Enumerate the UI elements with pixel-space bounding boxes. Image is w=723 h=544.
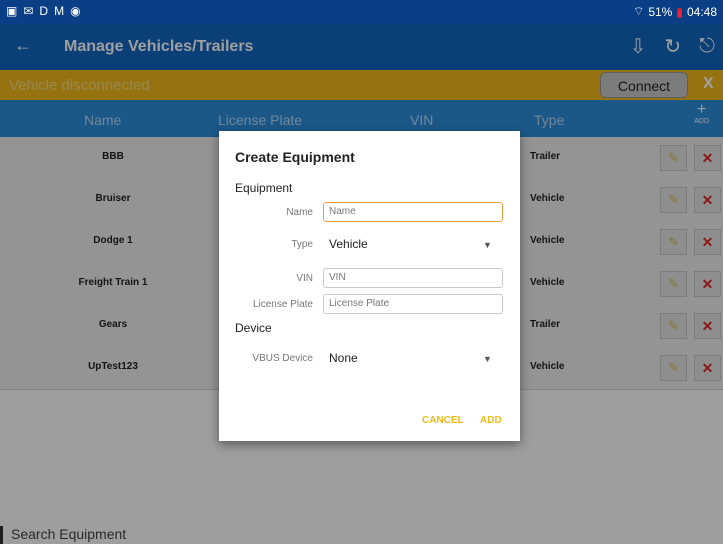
- add-button[interactable]: ADD: [480, 415, 502, 426]
- status-letter-m: M: [54, 4, 65, 18]
- type-label: Type: [291, 239, 313, 250]
- vin-label: VIN: [296, 273, 313, 284]
- vin-input[interactable]: VIN: [323, 268, 503, 288]
- license-plate-label: License Plate: [252, 299, 313, 310]
- status-right: ⌔ 51% ▮ 04:48: [633, 4, 717, 19]
- vbus-device-label: VBUS Device: [252, 353, 313, 364]
- create-equipment-dialog: Create Equipment Equipment Name Name Typ…: [219, 131, 520, 441]
- type-dropdown-caret-icon[interactable]: ▼: [483, 240, 492, 250]
- mail-icon: ✉: [23, 4, 34, 18]
- wifi-icon: ⌔: [633, 4, 645, 18]
- name-input[interactable]: Name: [323, 202, 503, 222]
- device-dropdown-caret-icon[interactable]: ▼: [483, 354, 492, 364]
- status-letter-d: D: [39, 4, 49, 18]
- status-icons: ▣ ✉ D M ◉: [6, 4, 81, 18]
- license-plate-input[interactable]: License Plate: [323, 294, 503, 314]
- section-equipment: Equipment: [235, 181, 293, 195]
- cancel-button[interactable]: CANCEL: [422, 415, 464, 426]
- image-icon: ▣: [6, 4, 18, 18]
- vbus-device-select[interactable]: None: [329, 351, 358, 365]
- battery-percent: 51%: [648, 4, 673, 19]
- dialog-title: Create Equipment: [235, 149, 355, 165]
- type-select[interactable]: Vehicle: [329, 237, 368, 251]
- clock-time: 04:48: [686, 4, 717, 19]
- battery-icon: ▮: [676, 4, 683, 19]
- name-label: Name: [286, 207, 313, 218]
- section-device: Device: [235, 321, 272, 335]
- shield-icon: ◉: [70, 4, 81, 18]
- status-bar: ▣ ✉ D M ◉ ⌔ 51% ▮ 04:48: [0, 0, 723, 24]
